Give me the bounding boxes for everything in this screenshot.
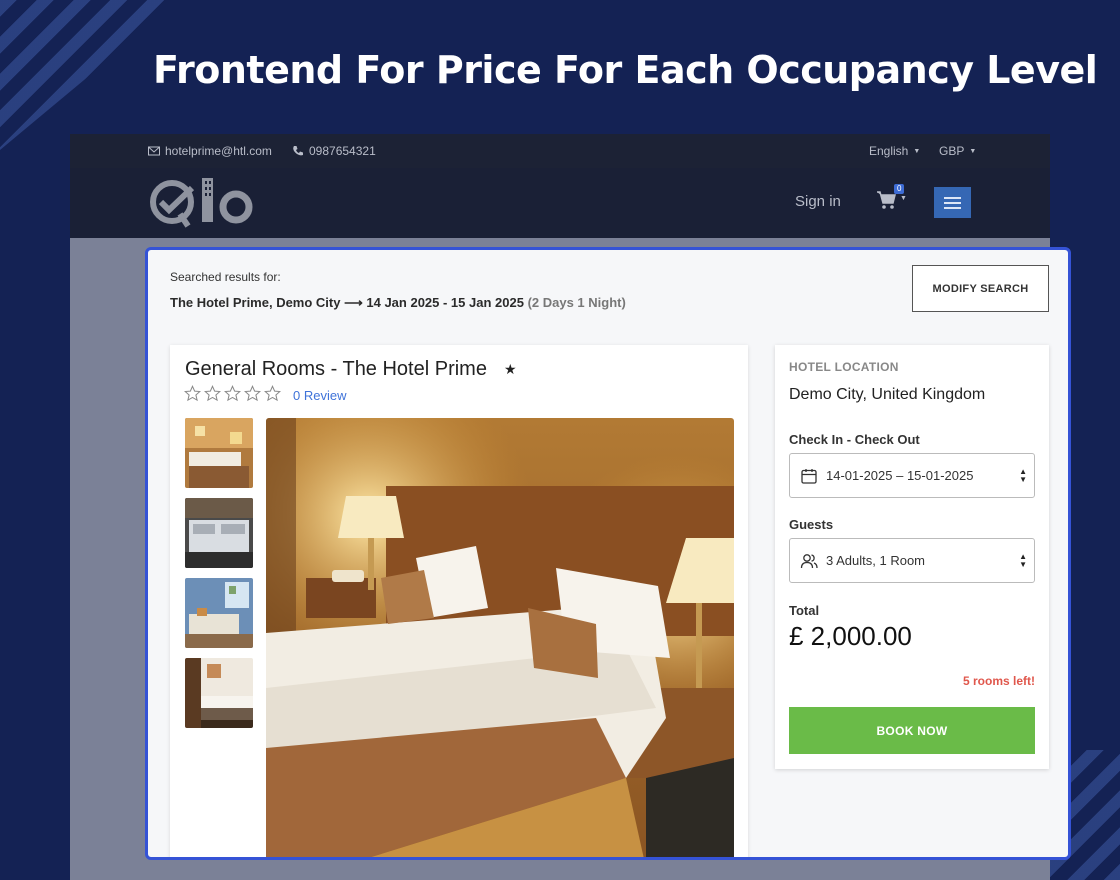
contact-email-text: hotelprime@htl.com bbox=[165, 144, 272, 158]
room-main-photo[interactable] bbox=[266, 418, 734, 860]
users-icon bbox=[800, 553, 818, 568]
phone-icon bbox=[293, 146, 303, 156]
nav-bar: Sign in 0 ▼ bbox=[70, 168, 1050, 238]
spinner-arrows-icon: ▲ ▼ bbox=[1019, 552, 1027, 569]
cart-button[interactable]: 0 ▼ bbox=[876, 184, 910, 212]
hotel-star-icon: ★ bbox=[504, 361, 517, 377]
booking-card: HOTEL LOCATION Demo City, United Kingdom… bbox=[775, 345, 1049, 769]
total-label: Total bbox=[789, 603, 820, 618]
searched-dates: 14 Jan 2025 - 15 Jan 2025 bbox=[366, 295, 524, 310]
room-thumbnails bbox=[185, 418, 253, 728]
spinner-arrows-icon: ▲ ▼ bbox=[1019, 467, 1027, 484]
searched-nights: (2 Days 1 Night) bbox=[527, 295, 626, 310]
review-link[interactable]: 0 Review bbox=[293, 388, 346, 403]
currency-dropdown[interactable]: GBP ▼ bbox=[939, 144, 976, 158]
star-outline-icon bbox=[224, 385, 241, 402]
room-thumbnail-image[interactable] bbox=[185, 658, 253, 728]
qlo-logo[interactable] bbox=[148, 176, 258, 230]
arrow-right-icon: ⟶ bbox=[344, 295, 363, 310]
check-in-out-label: Check In - Check Out bbox=[789, 432, 920, 447]
room-title: General Rooms - The Hotel Prime bbox=[185, 358, 487, 380]
star-outline-icon bbox=[204, 385, 221, 402]
language-dropdown[interactable]: English ▼ bbox=[869, 144, 920, 158]
room-thumbnail-image[interactable] bbox=[185, 498, 253, 568]
top-bar: hotelprime@htl.com 0987654321 English ▼ … bbox=[70, 134, 1050, 168]
check-in-out-value: 14-01-2025 – 15-01-2025 bbox=[826, 468, 974, 483]
caret-down-icon: ▼ bbox=[900, 195, 907, 202]
hotel-location-value: Demo City, United Kingdom bbox=[789, 386, 986, 403]
caret-down-icon: ▼ bbox=[969, 147, 977, 155]
room-thumbnail-image[interactable] bbox=[185, 418, 253, 488]
caret-down-icon: ▼ bbox=[913, 147, 921, 155]
menu-line bbox=[944, 201, 961, 204]
language-text: English bbox=[869, 144, 909, 158]
menu-line bbox=[944, 196, 961, 199]
contact-email[interactable]: hotelprime@htl.com bbox=[148, 144, 272, 158]
searched-results-label: Searched results for: bbox=[170, 270, 281, 284]
menu-line bbox=[944, 206, 961, 209]
page-headline: Frontend For Price For Each Occupancy Le… bbox=[153, 48, 1098, 92]
cart-count-badge: 0 bbox=[894, 184, 905, 194]
calendar-icon bbox=[801, 468, 817, 484]
envelope-icon bbox=[148, 146, 160, 156]
searched-results-summary: The Hotel Prime, Demo City ⟶ 14 Jan 2025… bbox=[170, 295, 626, 311]
searched-hotel: The Hotel Prime, Demo City bbox=[170, 295, 341, 310]
check-in-out-field[interactable]: 14-01-2025 – 15-01-2025 ▲ ▼ bbox=[789, 453, 1035, 498]
rooms-left-notice: 5 rooms left! bbox=[962, 674, 1035, 688]
guests-value: 3 Adults, 1 Room bbox=[826, 553, 925, 568]
total-price: £ 2,000.00 bbox=[789, 621, 912, 651]
star-outline-icon bbox=[244, 385, 261, 402]
contact-phone-text: 0987654321 bbox=[309, 144, 376, 158]
hotel-location-label: HOTEL LOCATION bbox=[789, 360, 899, 374]
star-outline-icon bbox=[264, 385, 281, 402]
hamburger-menu-button[interactable] bbox=[934, 187, 971, 218]
sign-in-link[interactable]: Sign in bbox=[795, 193, 841, 210]
currency-text: GBP bbox=[939, 144, 965, 158]
guests-field[interactable]: 3 Adults, 1 Room ▲ ▼ bbox=[789, 538, 1035, 583]
book-now-button[interactable]: BOOK NOW bbox=[789, 707, 1035, 754]
contact-phone[interactable]: 0987654321 bbox=[292, 144, 376, 158]
rating-stars bbox=[184, 385, 281, 402]
guests-label: Guests bbox=[789, 517, 834, 532]
modify-search-button[interactable]: MODIFY SEARCH bbox=[912, 265, 1049, 312]
room-card: General Rooms - The Hotel Prime ★ 0 Revi… bbox=[170, 345, 748, 860]
highlighted-results-panel: Searched results for: The Hotel Prime, D… bbox=[145, 247, 1071, 860]
star-outline-icon bbox=[184, 385, 201, 402]
room-thumbnail-image[interactable] bbox=[185, 578, 253, 648]
